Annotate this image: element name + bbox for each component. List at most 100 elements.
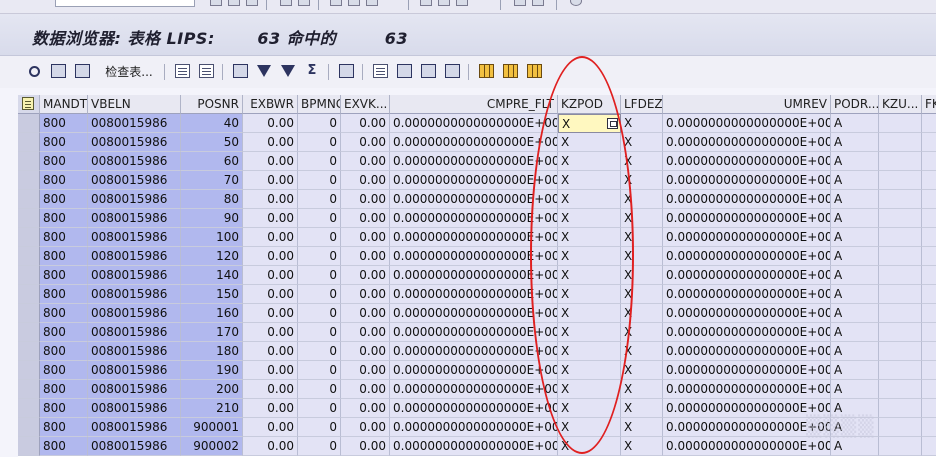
column-header-umrev[interactable]: UMREV [663,95,831,114]
filter-button[interactable] [254,60,274,82]
cell-bpmng[interactable]: 0 [298,190,341,209]
cell-umrev[interactable]: 0.0000000000000000E+00 [663,209,831,228]
cell-cmpre-flt[interactable]: 0.0000000000000000E+00 [390,266,558,285]
cell-exvk[interactable]: 0.00 [341,114,390,133]
cell-umrev[interactable]: 0.0000000000000000E+00 [663,380,831,399]
column-header-vbeln[interactable]: VBELN [88,95,181,114]
help-icon[interactable] [514,0,526,6]
spreadsheet-button[interactable] [442,60,462,82]
cell-lfdez[interactable]: X [621,418,663,437]
cell-podr[interactable]: A [831,152,879,171]
cell-podr[interactable]: A [831,342,879,361]
cell-exbwr[interactable]: 0.00 [243,304,298,323]
cell-posnr[interactable]: 170 [181,323,243,342]
cell-lfdez[interactable]: X [621,266,663,285]
cell-kzu[interactable] [879,171,922,190]
cell-cmpre-flt[interactable]: 0.0000000000000000E+00 [390,247,558,266]
cell-podr[interactable]: A [831,228,879,247]
cell-mandt[interactable]: 800 [40,171,88,190]
cell-exvk[interactable]: 0.00 [341,418,390,437]
cell-cmpre-flt[interactable]: 0.0000000000000000E+00 [390,190,558,209]
cell-kzu[interactable] [879,114,922,133]
cell-exbwr[interactable]: 0.00 [243,209,298,228]
row-selector[interactable] [18,228,40,247]
cell-kzu[interactable] [879,323,922,342]
cell-exvk[interactable]: 0.00 [341,342,390,361]
cell-kzpod[interactable]: X [558,228,621,247]
cell-lfdez[interactable]: X [621,209,663,228]
cell-mandt[interactable]: 800 [40,190,88,209]
row-selector[interactable] [18,418,40,437]
cell-posnr[interactable]: 900001 [181,418,243,437]
cell-exvk[interactable]: 0.00 [341,285,390,304]
cell-lfdez[interactable]: X [621,114,663,133]
row-selector[interactable] [18,133,40,152]
cell-kzu[interactable] [879,247,922,266]
cell-exvk[interactable]: 0.00 [341,228,390,247]
cell-bpmng[interactable]: 0 [298,209,341,228]
change-layout-button[interactable] [500,60,520,82]
cell-vbeln[interactable]: 0080015986 [88,418,181,437]
cell-kzu[interactable] [879,152,922,171]
cell-lfdez[interactable]: X [621,171,663,190]
cell-vbeln[interactable]: 0080015986 [88,133,181,152]
column-header-posnr[interactable]: POSNR [181,95,243,114]
sum-button[interactable]: Σ [302,60,322,82]
cell-posnr[interactable]: 40 [181,114,243,133]
row-selector[interactable] [18,266,40,285]
cell-podr[interactable]: A [831,114,879,133]
cell-lfdez[interactable]: X [621,190,663,209]
cell-posnr[interactable]: 150 [181,285,243,304]
abc-analysis-button[interactable] [336,60,356,82]
cell-cmpre-flt[interactable]: 0.0000000000000000E+00 [390,285,558,304]
cell-bpmng[interactable]: 0 [298,228,341,247]
cell-podr[interactable]: A [831,437,879,456]
cell-kzpod[interactable]: X [558,285,621,304]
cell-kzu[interactable] [879,380,922,399]
cell-posnr[interactable]: 50 [181,133,243,152]
command-field[interactable] [55,0,195,7]
row-selector[interactable] [18,380,40,399]
cell-kzpod[interactable]: X [558,437,621,456]
cell-exvk[interactable]: 0.00 [341,190,390,209]
cell-kzpod[interactable]: X [558,114,621,133]
cell-lfdez[interactable]: X [621,152,663,171]
cell-bpmng[interactable]: 0 [298,133,341,152]
cell-lfdez[interactable]: X [621,437,663,456]
row-selector[interactable] [18,323,40,342]
cell-umrev[interactable]: 0.0000000000000000E+00 [663,304,831,323]
cell-exbwr[interactable]: 0.00 [243,285,298,304]
cell-kzu[interactable] [879,437,922,456]
cell-vbeln[interactable]: 0080015986 [88,114,181,133]
cell-kzpod[interactable]: X [558,152,621,171]
cell-umrev[interactable]: 0.0000000000000000E+00 [663,323,831,342]
cancel-icon[interactable] [246,0,258,6]
cell-mandt[interactable]: 800 [40,266,88,285]
cell-exbwr[interactable]: 0.00 [243,399,298,418]
cell-exbwr[interactable]: 0.00 [243,114,298,133]
cell-exbwr[interactable]: 0.00 [243,323,298,342]
cell-kzpod[interactable]: X [558,209,621,228]
cell-bpmng[interactable]: 0 [298,266,341,285]
cell-bpmng[interactable]: 0 [298,171,341,190]
cell-exvk[interactable]: 0.00 [341,437,390,456]
select-layout-button[interactable] [524,60,544,82]
cell-kzpod[interactable]: X [558,342,621,361]
cell-posnr[interactable]: 70 [181,171,243,190]
row-selector[interactable] [18,437,40,456]
cell-fk[interactable] [922,399,936,418]
cell-kzu[interactable] [879,361,922,380]
cell-vbeln[interactable]: 0080015986 [88,399,181,418]
cell-lfdez[interactable]: X [621,228,663,247]
cell-exbwr[interactable]: 0.00 [243,190,298,209]
layout-button[interactable] [418,60,438,82]
cell-kzpod[interactable]: X [558,171,621,190]
cell-cmpre-flt[interactable]: 0.0000000000000000E+00 [390,380,558,399]
cell-lfdez[interactable]: X [621,323,663,342]
cell-fk[interactable] [922,228,936,247]
cell-cmpre-flt[interactable]: 0.0000000000000000E+00 [390,342,558,361]
cell-podr[interactable]: A [831,190,879,209]
cell-fk[interactable] [922,114,936,133]
cell-mandt[interactable]: 800 [40,361,88,380]
cell-kzu[interactable] [879,209,922,228]
